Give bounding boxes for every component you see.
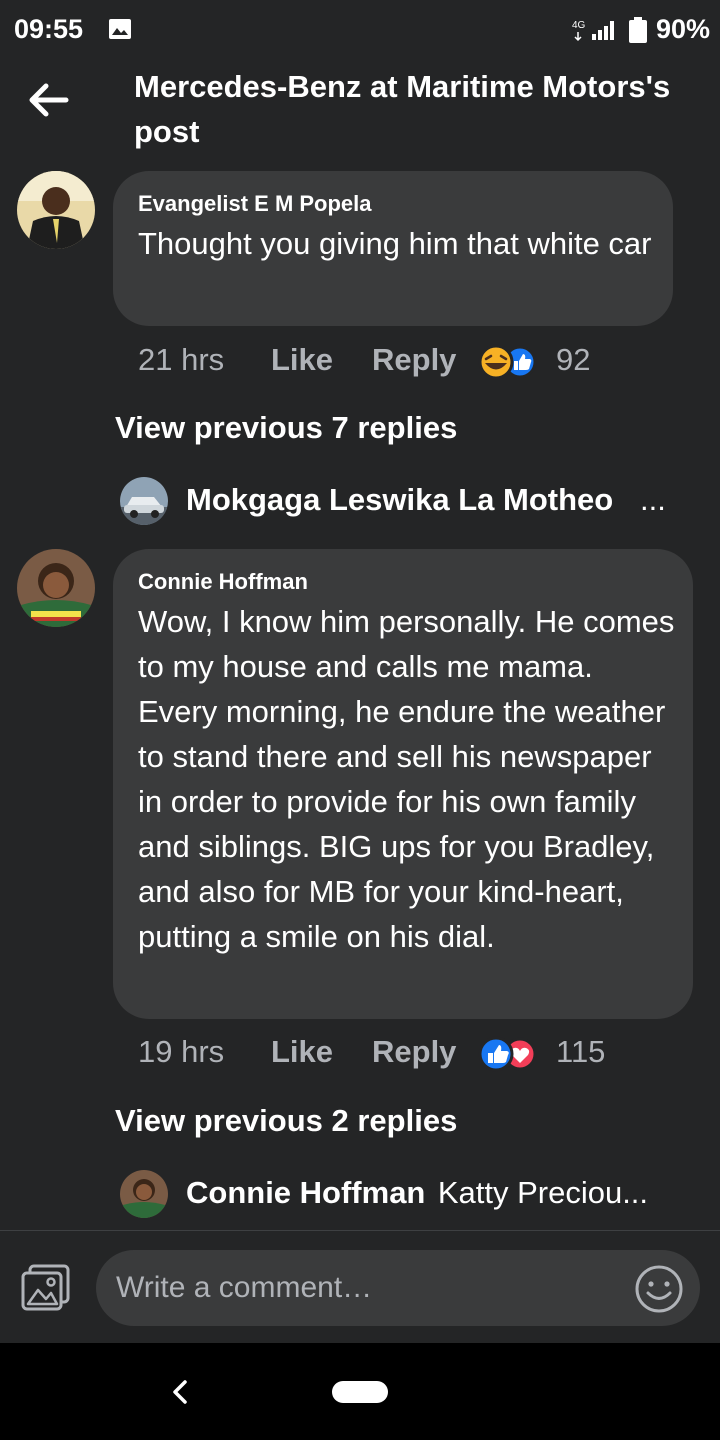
comment-time: 21 hrs — [138, 342, 225, 377]
reply-button[interactable]: Reply — [372, 1034, 456, 1070]
status-time: 09:55 — [14, 14, 84, 44]
photo-attach-icon[interactable] — [20, 1262, 72, 1314]
comment-author[interactable]: Connie Hoffman — [138, 569, 308, 595]
page-title: Mercedes-Benz at Maritime Motors's post — [134, 69, 671, 149]
back-arrow-icon[interactable] — [26, 80, 70, 120]
reactions-like-love-icon[interactable] — [478, 1036, 544, 1072]
battery-percent: 90% — [656, 14, 711, 44]
reply-snippet[interactable]: Katty Preciou... — [438, 1175, 648, 1210]
profile-photo-avatar — [17, 171, 95, 249]
reply-avatar[interactable] — [120, 477, 168, 525]
comment-text: Wow, I know him personally. He comes to … — [138, 604, 675, 954]
reply-snippet[interactable]: ... — [640, 482, 666, 518]
signal-strength-icon: 4G — [572, 20, 614, 42]
profile-photo-avatar — [17, 549, 95, 627]
like-button[interactable]: Like — [271, 342, 333, 378]
comment-bubble[interactable]: Connie Hoffman Wow, I know him personall… — [113, 549, 693, 1019]
comment-actions: 19 hrs Like Reply 115 — [138, 1034, 698, 1074]
nav-back-icon[interactable] — [168, 1376, 192, 1408]
nav-home-pill[interactable] — [332, 1381, 388, 1403]
like-button[interactable]: Like — [271, 1034, 333, 1070]
view-previous-replies[interactable]: View previous 7 replies — [115, 410, 457, 446]
view-previous-replies[interactable]: View previous 2 replies — [115, 1103, 457, 1139]
reactions-haha-like-icon[interactable] — [478, 344, 544, 380]
network-type-label: 4G — [572, 20, 586, 31]
comment-input[interactable] — [96, 1250, 700, 1326]
comment-time: 19 hrs — [138, 1034, 225, 1069]
reply-author[interactable]: Connie Hoffman — [186, 1175, 425, 1210]
reaction-count[interactable]: 92 — [556, 342, 590, 378]
reply-avatar[interactable] — [120, 1170, 168, 1218]
reply-author[interactable]: Mokgaga Leswika La Motheo — [186, 482, 613, 518]
reply-preview[interactable]: Connie Hoffman Katty Preciou... — [186, 1175, 686, 1211]
avatar[interactable] — [17, 171, 95, 249]
gallery-notification-icon — [109, 19, 131, 39]
car-photo-avatar — [120, 477, 168, 525]
comment-bubble[interactable]: Evangelist E M Popela Thought you giving… — [113, 171, 673, 326]
status-bar: 09:55 4G 90% — [0, 0, 720, 60]
emoji-icon[interactable] — [634, 1264, 684, 1314]
reply-button[interactable]: Reply — [372, 342, 456, 378]
comment-actions: 21 hrs Like Reply 92 — [138, 342, 698, 382]
battery-icon — [629, 17, 647, 43]
comment-text: Thought you giving him that white car — [138, 226, 652, 261]
comment-author[interactable]: Evangelist E M Popela — [138, 191, 372, 217]
profile-photo-avatar — [120, 1170, 168, 1218]
avatar[interactable] — [17, 549, 95, 627]
reaction-count[interactable]: 115 — [556, 1034, 605, 1070]
